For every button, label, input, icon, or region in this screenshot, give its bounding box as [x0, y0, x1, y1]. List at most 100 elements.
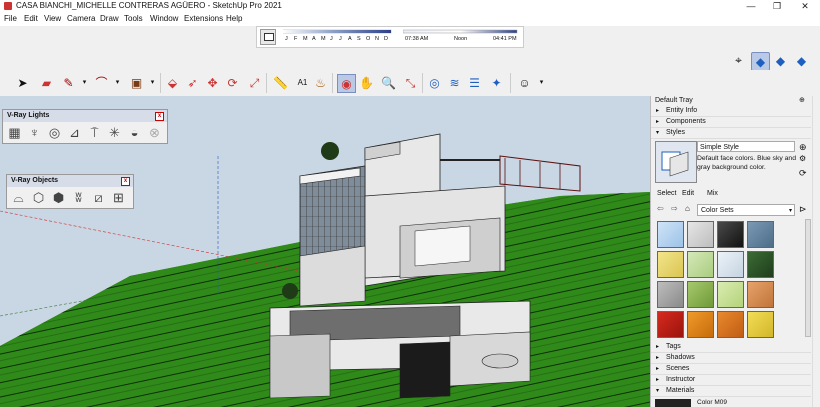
forward-arrow-icon[interactable]: ⇨ — [671, 204, 678, 213]
orbit-tool-icon[interactable]: ◉ — [337, 74, 356, 93]
layout-icon[interactable]: ☰ — [466, 74, 483, 91]
ies-light-icon[interactable]: ⊿ — [66, 125, 83, 141]
menu-file[interactable]: File — [4, 14, 17, 23]
tray-pin-icon[interactable]: ⊕ — [799, 96, 805, 104]
style-name-field[interactable]: Simple Style — [697, 141, 795, 152]
proxy-object-icon[interactable]: ⬡ — [30, 190, 47, 206]
rect-light-icon[interactable]: ▦ — [6, 125, 23, 141]
menu-draw[interactable]: Draw — [100, 14, 119, 23]
tray-section-materials[interactable]: ▾ Materials ✕ — [651, 386, 817, 397]
tray-section-styles[interactable]: ▾ Styles ✕ — [651, 128, 817, 139]
tab-edit[interactable]: Edit — [682, 190, 694, 197]
extension-manager-icon[interactable]: ✦ — [488, 74, 505, 91]
tab-mix[interactable]: Mix — [707, 190, 718, 197]
top-view-icon[interactable]: ◆ — [751, 52, 770, 71]
account-icon[interactable]: ☺ — [516, 74, 533, 91]
style-swatch[interactable] — [747, 281, 774, 308]
pan-tool-icon[interactable]: ✋ — [358, 74, 375, 91]
style-swatch[interactable] — [687, 311, 714, 338]
style-swatch[interactable] — [657, 251, 684, 278]
menu-extensions[interactable]: Extensions — [184, 14, 223, 23]
menu-tools[interactable]: Tools — [124, 14, 143, 23]
menu-window[interactable]: Window — [150, 14, 178, 23]
dome-light-icon[interactable]: ✳ — [106, 125, 123, 141]
rotate-tool-icon[interactable]: ⟳ — [224, 74, 241, 91]
rectangle-tool-icon[interactable]: ▣ — [128, 74, 145, 91]
infinite-plane-icon[interactable]: ⌓ — [10, 190, 27, 206]
mesh-clipper-icon[interactable]: ⧄ — [90, 190, 107, 206]
menu-view[interactable]: View — [44, 14, 61, 23]
zoom-extents-icon[interactable]: ⤡ — [402, 74, 419, 91]
text-tool-icon[interactable]: A1 — [294, 74, 311, 91]
vray-objects-header[interactable]: V-Ray Objects x — [7, 175, 133, 187]
pencil-line-tool-icon[interactable]: ✎ — [60, 74, 77, 91]
arc-tool-icon[interactable]: ⌒ — [93, 74, 110, 91]
details-arrow-icon[interactable]: ⊳ — [799, 204, 807, 215]
scale-tool-icon[interactable]: ⤢ — [246, 74, 263, 91]
light-gen-icon[interactable]: ⊗ — [146, 125, 163, 141]
right-view-icon[interactable]: ◆ — [793, 52, 810, 69]
tray-section-tags[interactable]: ▸ Tags ✕ — [651, 342, 817, 353]
tray-section-instructor[interactable]: ▸ Instructor ✕ — [651, 375, 817, 386]
time-slider[interactable] — [403, 29, 519, 34]
style-swatch[interactable] — [747, 251, 774, 278]
push-pull-tool-icon[interactable]: ⬙ — [164, 74, 181, 91]
shape-tool-dropdown-icon[interactable]: ▾ — [144, 74, 161, 91]
front-view-icon[interactable]: ◆ — [772, 52, 789, 69]
style-swatch[interactable] — [717, 251, 744, 278]
swatch-scrollbar[interactable] — [805, 219, 811, 337]
vray-objects-close-button[interactable]: x — [121, 177, 130, 186]
style-swatch[interactable] — [657, 221, 684, 248]
style-swatch[interactable] — [657, 311, 684, 338]
paint-bucket-tool-icon[interactable]: ♨ — [312, 74, 329, 91]
tape-measure-tool-icon[interactable]: 📏 — [272, 74, 289, 91]
eraser-tool-icon[interactable]: ▰ — [38, 74, 55, 91]
month-slider[interactable] — [283, 29, 393, 34]
3d-warehouse-icon[interactable]: ◎ — [426, 74, 443, 91]
follow-me-tool-icon[interactable]: ➶ — [184, 74, 201, 91]
tray-section-scenes[interactable]: ▸ Scenes ✕ — [651, 364, 817, 375]
extension-warehouse-icon[interactable]: ≋ — [446, 74, 463, 91]
style-swatch[interactable] — [747, 311, 774, 338]
zoom-tool-icon[interactable]: 🔍 — [380, 74, 397, 91]
spot-light-icon[interactable]: ◎ — [46, 125, 63, 141]
line-tool-dropdown-icon[interactable]: ▾ — [76, 74, 93, 91]
arc-tool-dropdown-icon[interactable]: ▾ — [109, 74, 126, 91]
menu-edit[interactable]: Edit — [24, 14, 38, 23]
style-swatch[interactable] — [717, 281, 744, 308]
back-arrow-icon[interactable]: ⇦ — [657, 204, 664, 213]
tray-section-components[interactable]: ▸ Components ✕ — [651, 117, 817, 128]
vray-lights-close-button[interactable]: x — [155, 112, 164, 121]
scatter-object-icon[interactable]: ⊞ — [110, 190, 127, 206]
tab-select[interactable]: Select — [657, 190, 676, 197]
update-style-icon[interactable]: ⚙ — [799, 154, 806, 163]
home-icon[interactable]: ⌂ — [685, 204, 690, 213]
vray-lights-header[interactable]: V-Ray Lights x — [3, 110, 167, 122]
tray-section-shadows[interactable]: ▸ Shadows ✕ — [651, 353, 817, 364]
style-swatch[interactable] — [687, 251, 714, 278]
account-dropdown-icon[interactable]: ▾ — [533, 74, 550, 91]
color-sets-dropdown[interactable]: Color Sets ▾ — [697, 204, 795, 216]
shadows-toggle-button[interactable] — [260, 29, 276, 45]
menu-camera[interactable]: Camera — [67, 14, 95, 23]
style-swatch[interactable] — [717, 311, 744, 338]
fur-object-icon[interactable]: ʬ — [70, 190, 87, 206]
tray-section-entity-info[interactable]: ▸ Entity Info ✕ — [651, 106, 817, 117]
maximize-button[interactable]: ❐ — [764, 0, 790, 13]
model-viewport[interactable]: V-Ray Lights x ▦ ♆ ◎ ⊿ ⍑ ✳ ◒ ⊗ V-Ray Obj… — [0, 96, 650, 407]
menu-help[interactable]: Help — [226, 14, 242, 23]
move-tool-icon[interactable]: ✥ — [204, 74, 221, 91]
style-swatch[interactable] — [687, 281, 714, 308]
style-swatch[interactable] — [687, 221, 714, 248]
omni-light-icon[interactable]: ⍑ — [86, 125, 103, 141]
export-proxy-icon[interactable]: ⬢ — [50, 190, 67, 206]
close-button[interactable]: ✕ — [792, 0, 818, 13]
style-swatch[interactable] — [657, 281, 684, 308]
iso-view-icon[interactable]: ⌖ — [730, 52, 747, 69]
style-swatch[interactable] — [747, 221, 774, 248]
style-swatch[interactable] — [717, 221, 744, 248]
sphere-light-icon[interactable]: ♆ — [26, 125, 43, 141]
mesh-light-icon[interactable]: ◒ — [126, 125, 143, 141]
create-style-icon[interactable]: ⊕ — [799, 142, 807, 153]
tray-scrollbar[interactable] — [812, 96, 820, 407]
